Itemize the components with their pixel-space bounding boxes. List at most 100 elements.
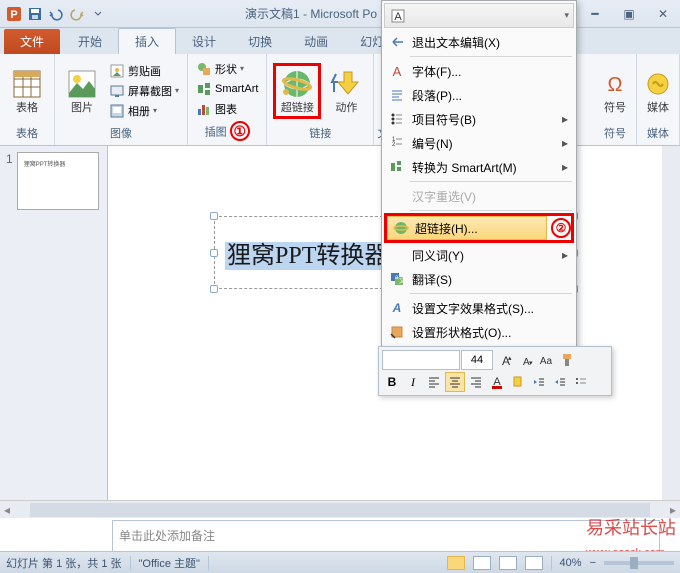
submenu-arrow-icon: ▸ — [562, 160, 568, 174]
italic-button[interactable]: I — [403, 372, 423, 392]
notes-placeholder: 单击此处添加备注 — [119, 529, 215, 543]
align-center-icon[interactable] — [445, 372, 465, 392]
maximize-icon[interactable]: ▣ — [616, 6, 642, 22]
highlight-icon[interactable] — [508, 372, 528, 392]
group-illustrations: 形状 ▾ SmartArt 图表 插图 ① — [188, 54, 267, 145]
vertical-scrollbar[interactable] — [662, 146, 680, 500]
status-bar: 幻灯片 第 1 张，共 1 张 "Office 主题" 40% − — [0, 551, 680, 573]
align-left-icon[interactable] — [424, 372, 444, 392]
cm-numbering[interactable]: 12编号(N)▸ — [384, 131, 574, 155]
normal-view-icon[interactable] — [447, 556, 465, 570]
cm-separator — [410, 293, 572, 294]
grow-font-icon[interactable]: A▴ — [494, 350, 514, 370]
quick-access-toolbar: P — [4, 4, 108, 24]
tab-design[interactable]: 设计 — [176, 29, 232, 54]
sorter-view-icon[interactable] — [473, 556, 491, 570]
tab-home[interactable]: 开始 — [62, 29, 118, 54]
clipart-label: 剪贴画 — [128, 63, 161, 79]
picture-button[interactable]: 图片 — [61, 66, 103, 116]
cm-separator — [410, 56, 572, 57]
context-menu-header: A ▾ — [384, 3, 574, 28]
mini-font-family[interactable] — [382, 350, 460, 370]
undo-icon[interactable] — [46, 4, 66, 24]
slideshow-view-icon[interactable] — [525, 556, 543, 570]
shrink-font-icon[interactable]: A▾ — [515, 350, 535, 370]
svg-text:2: 2 — [392, 142, 396, 148]
clipart-button[interactable]: 剪贴画 — [107, 62, 181, 80]
cm-font[interactable]: A字体(F)... — [384, 59, 574, 83]
action-label: 动作 — [335, 102, 357, 114]
exit-icon — [388, 33, 406, 51]
slide-thumbnail-panel[interactable]: 1 狸窝PPT转换器 — [0, 146, 108, 500]
cm-paragraph[interactable]: 段落(P)... — [384, 83, 574, 107]
group-illus-label: 插图 ① — [205, 121, 250, 143]
reading-view-icon[interactable] — [499, 556, 517, 570]
screenshot-button[interactable]: 屏幕截图 ▾ — [107, 82, 181, 100]
increase-indent-icon[interactable] — [550, 372, 570, 392]
shapes-button[interactable]: 形状 ▾ — [194, 60, 260, 78]
svg-text:A: A — [394, 11, 402, 23]
svg-text:P: P — [10, 9, 17, 21]
cm-exit-text-edit[interactable]: 退出文本编辑(X) — [384, 30, 574, 54]
format-painter-icon[interactable] — [557, 350, 577, 370]
minimize-icon[interactable]: ━ — [582, 6, 608, 22]
cm-hyperlink[interactable]: 超链接(H)... — [387, 216, 547, 240]
horizontal-scrollbar[interactable]: ◂ ▸ — [0, 500, 680, 518]
cm-synonym[interactable]: 同义词(Y)▸ — [384, 243, 574, 267]
decrease-indent-icon[interactable] — [529, 372, 549, 392]
thumb-number: 1 — [6, 152, 13, 210]
align-right-icon[interactable] — [466, 372, 486, 392]
resize-handle-ml[interactable] — [210, 249, 218, 257]
hyperlink-button[interactable]: 超链接 — [276, 66, 318, 116]
smartart-button[interactable]: SmartArt — [194, 80, 260, 98]
cm-convert-smartart[interactable]: 转换为 SmartArt(M)▸ — [384, 155, 574, 179]
cm-bullets[interactable]: 项目符号(B)▸ — [384, 107, 574, 131]
group-tables-label: 表格 — [16, 125, 38, 143]
zoom-thumb[interactable] — [630, 557, 638, 569]
slide-thumbnail[interactable]: 狸窝PPT转换器 — [17, 152, 99, 210]
cm-text-effects[interactable]: A设置文字效果格式(S)... — [384, 296, 574, 320]
hyperlink-icon — [281, 68, 313, 100]
status-theme: "Office 主题" — [139, 555, 200, 571]
chart-button[interactable]: 图表 — [194, 100, 260, 118]
qat-more-icon[interactable] — [88, 4, 108, 24]
media-button[interactable]: 媒体 — [643, 66, 673, 116]
svg-text:A: A — [393, 64, 402, 79]
scrollbar-track[interactable] — [30, 503, 650, 517]
change-case-icon[interactable]: Aa — [536, 350, 556, 370]
bullets-mini-icon[interactable] — [571, 372, 591, 392]
context-menu: A ▾ 退出文本编辑(X) A字体(F)... 段落(P)... 项目符号(B)… — [381, 0, 577, 347]
zoom-slider[interactable] — [604, 561, 674, 565]
album-button[interactable]: 相册 ▾ — [107, 102, 181, 120]
shape-format-icon — [388, 323, 406, 341]
selected-text[interactable]: 狸窝PPT转换器 — [225, 242, 390, 270]
group-tables: 表格 表格 — [0, 54, 55, 145]
tab-file[interactable]: 文件 — [4, 29, 60, 54]
chart-label: 图表 — [215, 101, 237, 117]
dropdown-icon[interactable]: ▾ — [564, 10, 569, 21]
tab-insert[interactable]: 插入 — [118, 28, 176, 54]
cm-shape-format[interactable]: 设置形状格式(O)... — [384, 320, 574, 344]
close-icon[interactable]: ✕ — [650, 6, 676, 22]
resize-handle-tl[interactable] — [210, 212, 218, 220]
app-icon[interactable]: P — [4, 4, 24, 24]
svg-text:Aa: Aa — [540, 356, 553, 367]
redo-icon[interactable] — [67, 4, 87, 24]
group-images: 图片 剪贴画 屏幕截图 ▾ 相册 ▾ 图像 — [55, 54, 188, 145]
bold-button[interactable]: B — [382, 372, 402, 392]
mini-font-size[interactable] — [461, 350, 493, 370]
save-icon[interactable] — [25, 4, 45, 24]
scroll-left-icon[interactable]: ◂ — [0, 503, 14, 517]
zoom-percent[interactable]: 40% — [560, 557, 582, 569]
zoom-out-icon[interactable]: − — [590, 557, 596, 569]
resize-handle-bl[interactable] — [210, 285, 218, 293]
tab-animations[interactable]: 动画 — [288, 29, 344, 54]
table-button[interactable]: 表格 — [6, 66, 48, 116]
tab-transitions[interactable]: 切换 — [232, 29, 288, 54]
symbol-button[interactable]: Ω 符号 — [600, 66, 630, 116]
font-icon: A — [388, 62, 406, 80]
cm-translate[interactable]: a文翻译(S) — [384, 267, 574, 291]
submenu-arrow-icon: ▸ — [562, 248, 568, 262]
action-button[interactable]: 动作 — [325, 66, 367, 116]
font-color-icon[interactable]: A — [487, 372, 507, 392]
